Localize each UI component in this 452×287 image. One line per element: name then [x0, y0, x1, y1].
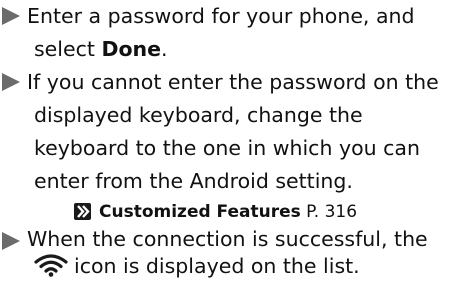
right-triangle-icon — [2, 232, 20, 250]
bullet-2-line-4: enter from the Android setting. — [34, 169, 353, 193]
manual-page: Enter a password for your phone, and sel… — [0, 0, 452, 278]
bullet-1-line-1: Enter a password for your phone, and — [27, 4, 415, 28]
cross-reference-arrow-icon — [74, 203, 91, 220]
done-label: Done — [101, 37, 162, 61]
bullet-1-line-2: select Done. — [34, 33, 168, 66]
bullet-2-line-2: displayed keyboard, change the — [34, 103, 363, 127]
bullet-3-line-2-text: icon is displayed on the list. — [74, 254, 360, 278]
bullet-2-line-1: If you cannot enter the password on the — [27, 70, 439, 94]
bullet-3-line-2: icon is displayed on the list. — [34, 249, 360, 282]
cross-reference-link[interactable]: Customized Features P. 316 — [74, 198, 357, 226]
cross-reference-page: P. 316 — [306, 202, 358, 222]
right-triangle-icon — [2, 7, 20, 25]
wifi-icon — [34, 253, 68, 277]
cross-reference-title: Customized Features — [99, 202, 301, 222]
bullet-2-line-3: keyboard to the one in which you can — [34, 136, 420, 160]
bullet-1-suffix: . — [161, 37, 168, 61]
right-triangle-icon — [2, 73, 20, 91]
bullet-1-prefix: select — [34, 37, 102, 61]
